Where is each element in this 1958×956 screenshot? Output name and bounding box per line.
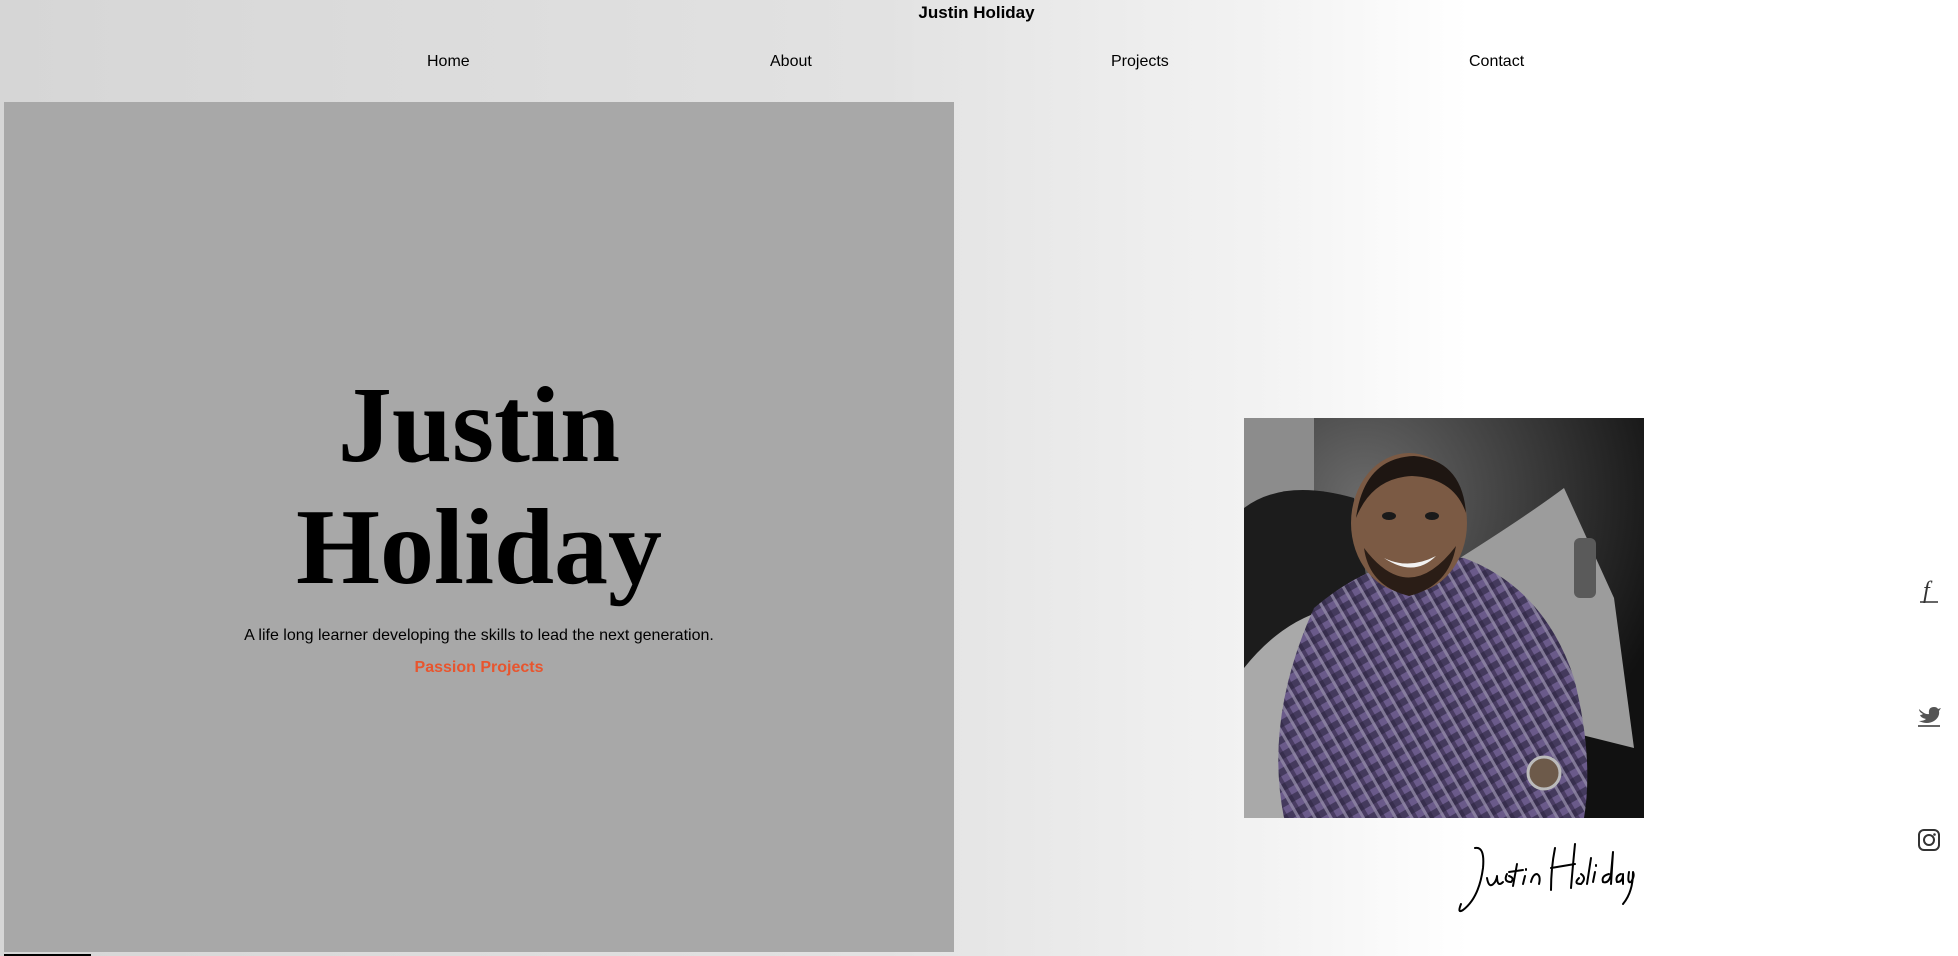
signature	[1455, 838, 1635, 918]
portrait-photo	[1244, 418, 1644, 818]
passion-projects-link[interactable]: Passion Projects	[4, 659, 954, 677]
hero-panel: Justin Holiday A life long learner devel…	[4, 102, 954, 952]
nav-home[interactable]: Home	[427, 51, 470, 73]
site-title: Justin Holiday	[918, 3, 1035, 22]
signature-image	[1458, 843, 1635, 913]
portrait-photo-image	[1244, 418, 1644, 818]
facebook-icon[interactable]: f	[1914, 575, 1944, 605]
nav-projects[interactable]: Projects	[1111, 51, 1169, 73]
hero-tagline: A life long learner developing the skill…	[244, 627, 714, 644]
twitter-icon[interactable]	[1914, 700, 1944, 730]
instagram-icon[interactable]	[1914, 825, 1944, 855]
hero-name-last: Holiday	[295, 488, 663, 607]
nav-contact[interactable]: Contact	[1469, 51, 1524, 73]
hero-name-first: Justin	[337, 366, 621, 485]
nav-about[interactable]: About	[770, 51, 812, 73]
svg-text:f: f	[1923, 578, 1933, 603]
